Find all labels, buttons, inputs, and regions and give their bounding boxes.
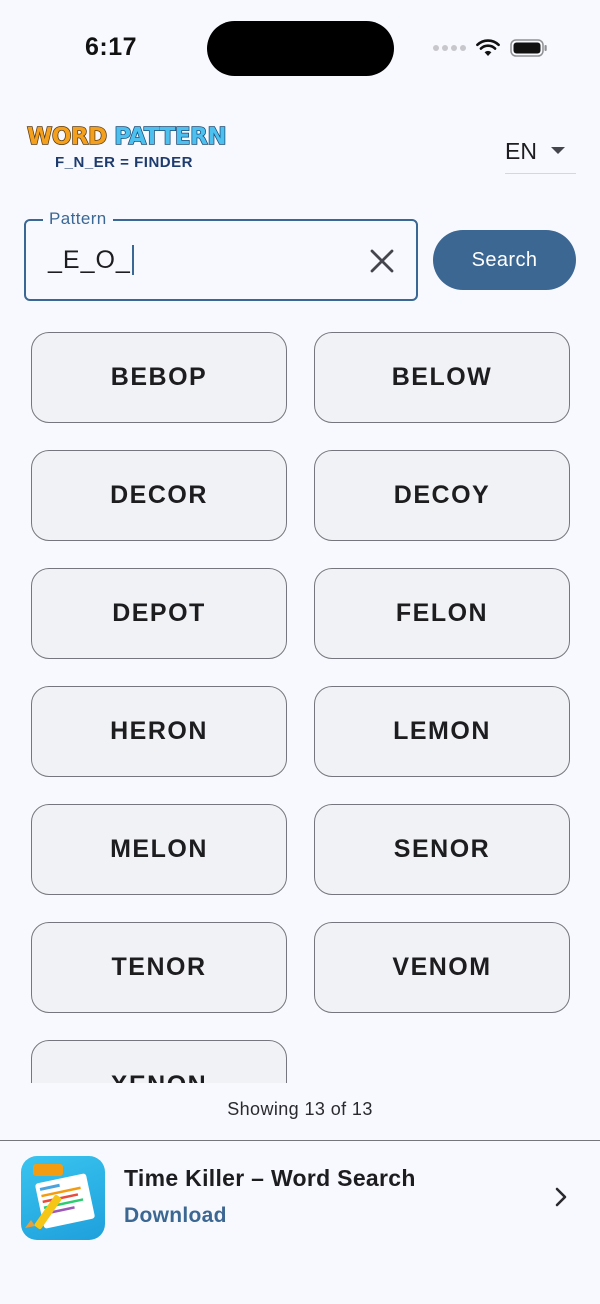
logo-subtitle: F_N_ER = FINDER	[55, 154, 193, 171]
word-card-felon[interactable]: FELON	[314, 568, 570, 659]
ad-app-icon[interactable]	[21, 1156, 105, 1240]
word-card-venom[interactable]: VENOM	[314, 922, 570, 1013]
language-dropdown[interactable]: EN	[505, 132, 576, 174]
dynamic-island	[207, 21, 394, 76]
word-card-melon[interactable]: MELON	[31, 804, 287, 895]
pattern-input[interactable]: Pattern _E_O_	[24, 209, 418, 301]
wifi-icon	[476, 39, 500, 57]
results-count: Showing 13 of 13	[227, 1099, 373, 1119]
cellular-signal-icon	[433, 45, 466, 51]
clear-icon[interactable]	[370, 249, 394, 273]
chevron-right-icon[interactable]	[552, 1186, 570, 1208]
status-bar: 6:17	[0, 0, 600, 96]
text-cursor	[131, 245, 134, 275]
word-card-depot[interactable]: DEPOT	[31, 568, 287, 659]
pattern-label: Pattern	[43, 209, 113, 229]
logo-word-2: PATTERN	[114, 123, 228, 151]
results-grid: BEBOP BELOW DECOR DECOY DEPOT FELON HERO…	[0, 331, 600, 1083]
status-time: 6:17	[84, 33, 138, 61]
ad-download-link[interactable]: Download	[124, 1204, 227, 1228]
word-card-lemon[interactable]: LEMON	[314, 686, 570, 777]
word-card-below[interactable]: BELOW	[314, 332, 570, 423]
ad-title[interactable]: Time Killer – Word Search	[124, 1165, 416, 1192]
word-card-senor[interactable]: SENOR	[314, 804, 570, 895]
search-button[interactable]: Search	[433, 230, 576, 290]
word-card-bebop[interactable]: BEBOP	[31, 332, 287, 423]
ad-divider	[0, 1140, 600, 1141]
app-screen: 6:17 WORD PATTERN F_N_ER = FINDER EN Pat…	[0, 0, 600, 1304]
word-card-tenor[interactable]: TENOR	[31, 922, 287, 1013]
pattern-value: _E_O_	[48, 245, 131, 274]
battery-icon	[510, 39, 548, 57]
language-label: EN	[505, 138, 537, 164]
word-card-heron[interactable]: HERON	[31, 686, 287, 777]
app-logo: WORD PATTERN F_N_ER = FINDER	[26, 123, 228, 176]
caret-down-icon	[550, 147, 565, 154]
logo-title: WORD PATTERN	[26, 123, 228, 152]
word-card-decoy[interactable]: DECOY	[314, 450, 570, 541]
pattern-value-wrap: _E_O_	[48, 245, 134, 275]
word-card-xenon[interactable]: XENON	[31, 1040, 287, 1083]
logo-word-1: WORD	[26, 123, 108, 151]
word-card-decor[interactable]: DECOR	[31, 450, 287, 541]
status-icons	[433, 36, 548, 60]
